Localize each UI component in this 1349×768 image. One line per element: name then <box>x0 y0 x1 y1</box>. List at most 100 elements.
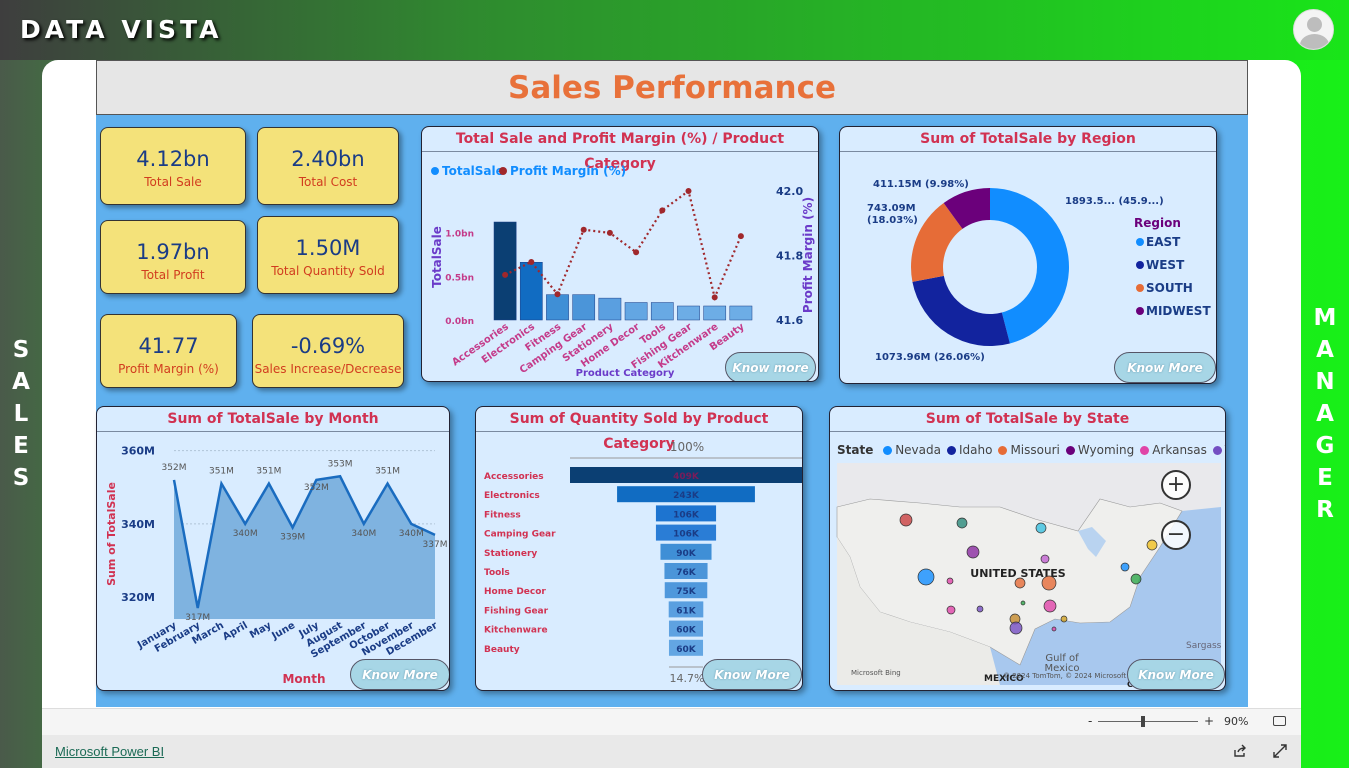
legend-marker <box>1136 238 1144 246</box>
state-bubble <box>899 513 913 527</box>
side-letter: M <box>1313 305 1337 331</box>
zoom-in-button[interactable]: + <box>1161 470 1191 500</box>
top-bar: DATA VISTA <box>0 0 1349 60</box>
kpi-total-profit[interactable]: 1.97bn Total Profit <box>100 220 246 294</box>
kpi-value: 2.40bn <box>291 147 365 171</box>
power-bi-link[interactable]: Microsoft Power BI <box>55 744 164 759</box>
state-bubble <box>966 545 980 559</box>
funnel-category-label: Accessories <box>484 472 544 482</box>
state-bubble <box>917 568 935 586</box>
zoom-out-button[interactable]: − <box>1161 520 1191 550</box>
data-label: 340M <box>351 529 376 539</box>
state-bubble <box>1041 575 1057 591</box>
bar-kitchenware <box>703 305 727 321</box>
know-more-button[interactable]: Know More <box>1127 659 1225 690</box>
legend-title: Region <box>1134 216 1181 230</box>
fit-page-icon[interactable] <box>1273 716 1286 726</box>
kpi-profit-margin[interactable]: 41.77 Profit Margin (%) <box>100 314 237 388</box>
funnel-category-label: Fishing Gear <box>484 606 549 616</box>
bar-beauty <box>729 305 753 321</box>
side-letter: L <box>13 401 29 427</box>
combo-chart-card[interactable]: Total Sale and Profit Margin (%) / Produ… <box>421 126 819 382</box>
x-tick-label: June <box>269 620 297 643</box>
side-letter: E <box>1317 465 1333 491</box>
side-letter: S <box>12 337 30 363</box>
x-tick-label: May <box>248 620 274 641</box>
state-bubble <box>956 517 968 529</box>
x-axis-title: Month <box>282 672 325 686</box>
kpi-label: Total Cost <box>298 175 358 189</box>
month-area-card[interactable]: Sum of TotalSale by Month 320M 340M 360M 35… <box>96 406 450 691</box>
slice-label: 1073.96M (26.06%) <box>875 352 985 363</box>
funnel-category-label: Stationery <box>484 549 537 559</box>
profit-margin-point <box>633 249 640 256</box>
zoom-slider[interactable] <box>1098 721 1198 722</box>
state-bubble <box>1020 600 1026 606</box>
state-map-card[interactable]: Sum of TotalSale by State State Nevada Id… <box>829 406 1226 691</box>
kpi-total-sale[interactable]: 4.12bn Total Sale <box>100 127 246 205</box>
state-bubble <box>1051 626 1057 632</box>
left-side-banner: SALES <box>0 60 42 768</box>
zoom-slider-thumb[interactable] <box>1141 716 1145 727</box>
state-map[interactable]: UNITED STATESGulf ofMexicoSargassMEXICOC… <box>830 407 1226 691</box>
funnel-category-label: Electronics <box>484 491 540 501</box>
bar-home-decor <box>624 302 648 321</box>
side-letter: N <box>1315 369 1335 395</box>
kpi-sales-change[interactable]: -0.69% Sales Increase/Decrease <box>252 314 404 388</box>
funnel-value-label: 243K <box>673 491 700 501</box>
y-tick-label: 360M <box>121 445 155 458</box>
kpi-total-quantity-sold[interactable]: 1.50M Total Quantity Sold <box>257 216 399 294</box>
region-donut-chart: 1893.5... (45.9...) 1073.96M (26.06%) 743.… <box>867 179 1211 363</box>
y-tick-label: 0.5bn <box>445 273 474 283</box>
funnel-top-label: 100% <box>670 440 704 454</box>
funnel-bottom-label: 14.7% <box>670 672 705 685</box>
funnel-value-label: 106K <box>673 510 700 520</box>
know-more-button[interactable]: Know More <box>350 659 449 690</box>
legend-label: TotalSale <box>442 164 504 178</box>
zoom-in-control[interactable]: + <box>1204 714 1214 728</box>
funnel-value-label: 76K <box>676 568 697 578</box>
data-label: 351M <box>375 467 400 477</box>
legend-label: Profit Margin (%) <box>510 164 626 178</box>
funnel-category-label: Kitchenware <box>484 626 548 636</box>
month-area-chart: 320M340M360M352MJanuary317MFebruary351MM… <box>105 445 448 686</box>
profit-margin-point <box>737 233 744 240</box>
kpi-label: Profit Margin (%) <box>118 362 219 376</box>
side-word-sales: SALES <box>12 334 30 494</box>
share-icon[interactable] <box>1233 744 1247 758</box>
profit-margin-point <box>606 229 613 236</box>
funnel-category-label: Home Decor <box>484 587 546 597</box>
kpi-total-cost[interactable]: 2.40bn Total Cost <box>257 127 399 205</box>
funnel-value-label: 60K <box>676 626 697 636</box>
legend-label: MIDWEST <box>1146 304 1211 318</box>
brand-title: DATA VISTA <box>20 15 223 44</box>
state-bubble <box>1009 621 1023 635</box>
avatar[interactable] <box>1293 9 1334 50</box>
profit-margin-point <box>659 207 666 214</box>
data-label: 337M <box>423 540 448 550</box>
bing-logo: Microsoft Bing <box>851 669 901 677</box>
side-letter: S <box>12 465 30 491</box>
quantity-funnel-chart: 100% 409K Accessories 243K Electronics 106K Fi… <box>484 440 802 685</box>
zoom-out-control[interactable]: - <box>1088 714 1092 728</box>
data-label: 340M <box>233 529 258 539</box>
quantity-funnel-card[interactable]: Sum of Quantity Sold by Product Category… <box>475 406 803 691</box>
state-bubble <box>946 605 956 615</box>
y-tick-label: 320M <box>121 591 155 604</box>
know-more-button[interactable]: Know More <box>702 659 802 690</box>
y-tick-label: 340M <box>121 518 155 531</box>
side-letter: A <box>1316 401 1334 427</box>
y2-tick-label: 42.0 <box>776 185 803 198</box>
kpi-label: Total Profit <box>141 268 205 282</box>
funnel-category-label: Camping Gear <box>484 530 556 540</box>
profit-margin-point <box>528 258 535 265</box>
fullscreen-icon[interactable] <box>1273 744 1287 758</box>
footer-bar: Microsoft Power BI <box>42 735 1301 768</box>
know-more-button[interactable]: Know More <box>1114 352 1216 383</box>
y-tick-label: 1.0bn <box>445 230 474 240</box>
region-donut-card[interactable]: Sum of TotalSale by Region 1893.5... (45… <box>839 126 1217 384</box>
data-label: 352M <box>304 483 329 493</box>
know-more-button[interactable]: Know more <box>725 352 816 381</box>
state-bubble <box>1043 599 1057 613</box>
slice-label: (18.03%) <box>867 215 918 226</box>
